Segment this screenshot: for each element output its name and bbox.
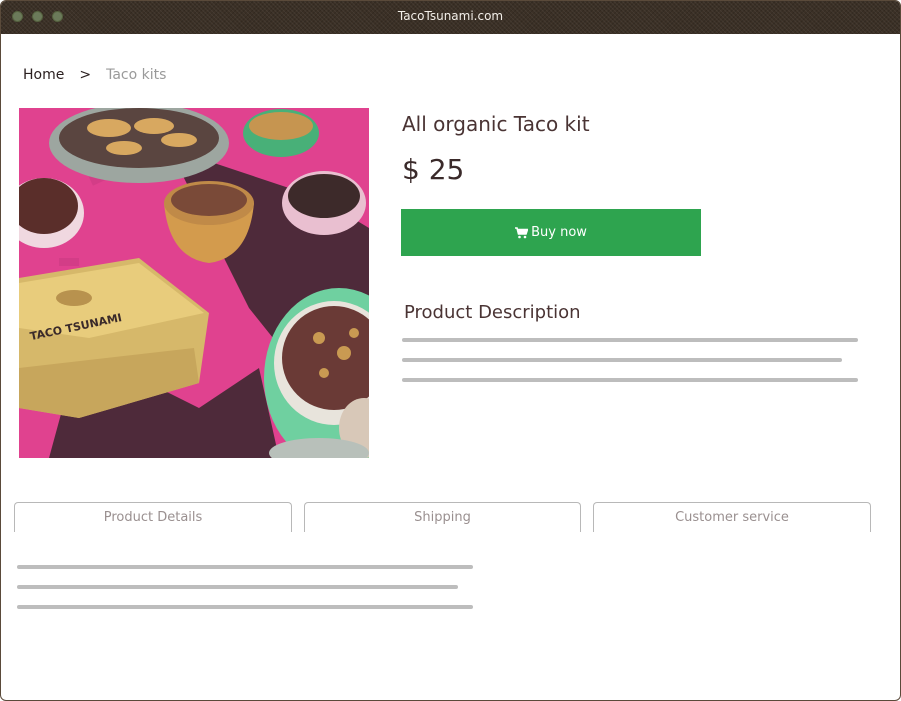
buy-now-button[interactable]: Buy now [401, 209, 701, 256]
product-price: $ 25 [402, 153, 465, 186]
breadcrumb: Home > Taco kits [23, 67, 166, 83]
description-placeholder-line [402, 378, 858, 382]
buy-now-label: Buy now [531, 225, 587, 240]
breadcrumb-current: Taco kits [106, 67, 167, 83]
tab-shipping[interactable]: Shipping [304, 502, 581, 532]
description-heading: Product Description [404, 302, 581, 323]
breadcrumb-separator: > [79, 67, 92, 83]
browser-window: TacoTsunami.com Home > Taco kits TACO TS… [0, 0, 901, 701]
window-title: TacoTsunami.com [397, 9, 504, 23]
product-title: All organic Taco kit [402, 112, 590, 136]
tab-customer-service[interactable]: Customer service [593, 502, 871, 532]
tab-content-placeholder-line [17, 565, 473, 569]
tab-content-placeholder-line [17, 585, 458, 589]
description-placeholder-line [402, 338, 858, 342]
tab-product-details[interactable]: Product Details [14, 502, 292, 532]
product-image: TACO TSUNAMI [19, 108, 369, 458]
tab-content-placeholder-line [17, 605, 473, 609]
breadcrumb-home-link[interactable]: Home [23, 67, 64, 83]
description-placeholder-line [402, 358, 842, 362]
cart-icon [515, 226, 529, 239]
title-bar: TacoTsunami.com [1, 1, 900, 34]
